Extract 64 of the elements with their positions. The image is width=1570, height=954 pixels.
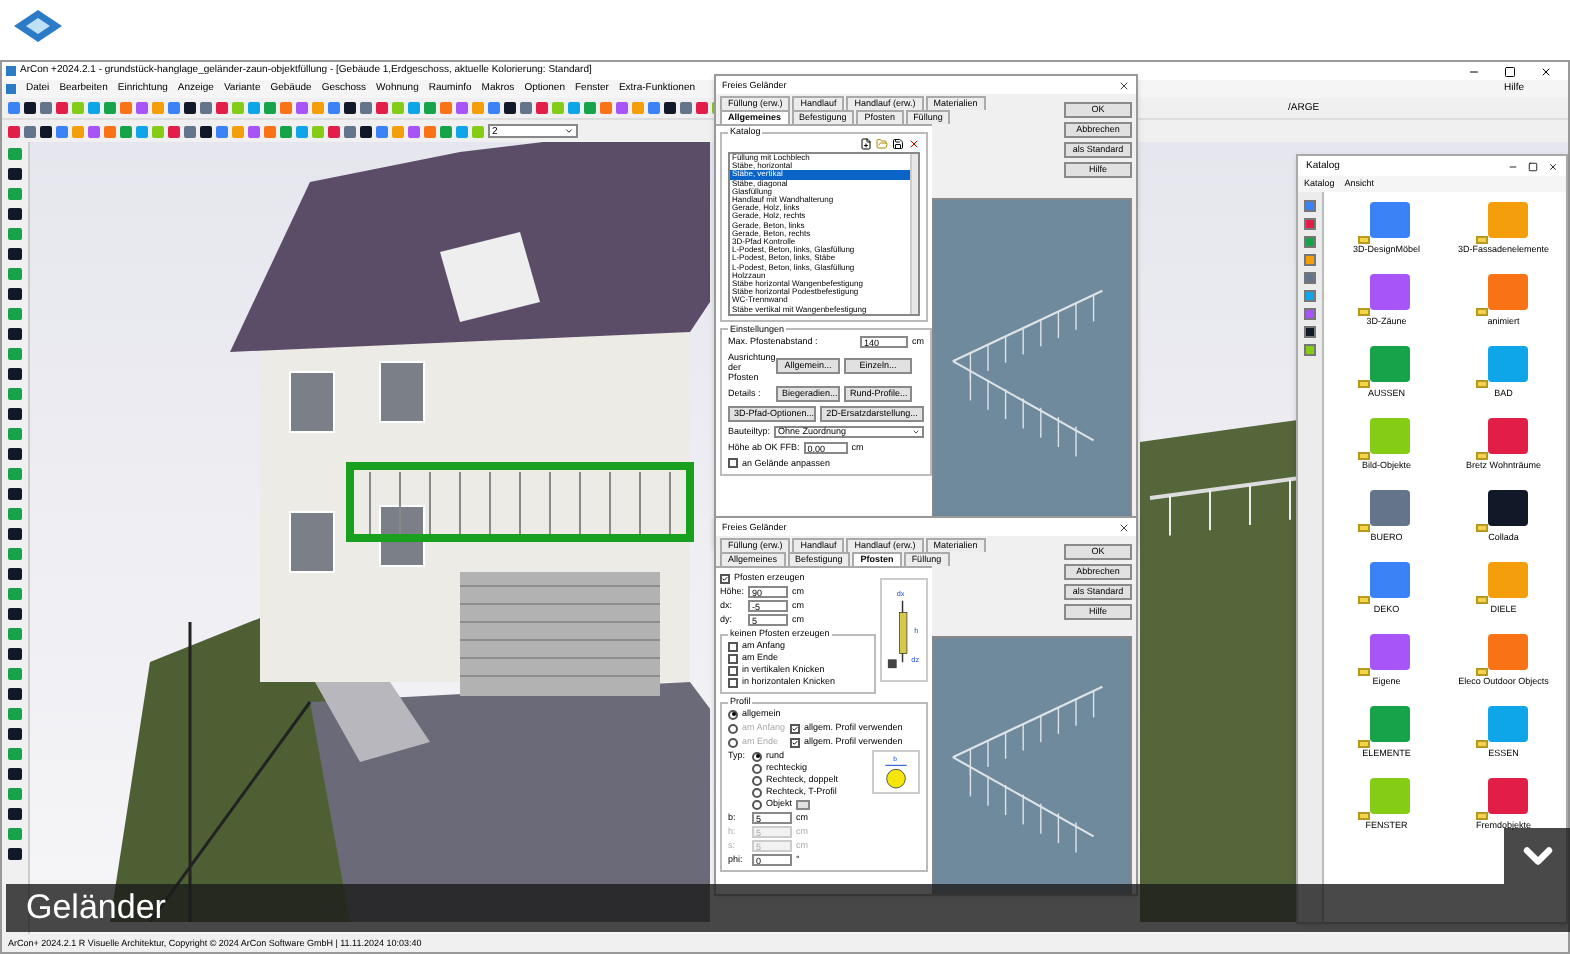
folder-icon	[1475, 308, 1488, 316]
folder-icon	[1358, 812, 1371, 820]
checkbox[interactable]	[728, 665, 738, 675]
checkbox[interactable]	[728, 677, 738, 687]
radio-button[interactable]	[752, 787, 762, 797]
folder-icon[interactable]	[876, 138, 888, 150]
thumbnail-image[interactable]	[1487, 202, 1528, 238]
expand-button[interactable]	[1504, 828, 1570, 884]
thumbnail-image[interactable]	[1370, 634, 1411, 670]
close-icon[interactable]	[1118, 521, 1130, 533]
folder-icon	[1358, 236, 1371, 244]
delete-icon[interactable]	[908, 138, 920, 150]
folder-icon	[1358, 740, 1371, 748]
checkbox[interactable]	[728, 458, 738, 469]
folder-icon	[1358, 596, 1371, 604]
thumbnail-image[interactable]	[1370, 778, 1411, 814]
save-icon[interactable]	[892, 138, 904, 150]
radio-button[interactable]	[752, 751, 762, 761]
close-icon[interactable]	[1540, 65, 1552, 77]
folder-icon	[1358, 668, 1371, 676]
thumbnail-image[interactable]	[1487, 778, 1528, 814]
thumbnail-image[interactable]	[1487, 562, 1528, 598]
new-icon[interactable]	[860, 138, 872, 150]
folder-icon	[1475, 452, 1488, 460]
folder-icon	[1358, 452, 1371, 460]
checkbox[interactable]	[728, 653, 738, 663]
thumbnail-image[interactable]	[1370, 706, 1411, 742]
caret-icon	[564, 126, 574, 136]
folder-icon	[1475, 668, 1488, 676]
radio-button[interactable]	[752, 775, 762, 785]
radio-button[interactable]	[728, 709, 738, 719]
thumbnail-image[interactable]	[1370, 274, 1411, 310]
thumbnail-image[interactable]	[1370, 418, 1411, 454]
minimize-icon[interactable]	[1508, 161, 1518, 171]
thumbnail-image[interactable]	[1487, 346, 1528, 382]
thumbnail-image[interactable]	[1370, 562, 1411, 598]
folder-icon	[1358, 380, 1371, 388]
thumbnail-image[interactable]	[1487, 706, 1528, 742]
thumbnail-image[interactable]	[1370, 346, 1411, 382]
folder-icon	[1475, 812, 1488, 820]
folder-icon	[1475, 236, 1488, 244]
thumbnail-image[interactable]	[1487, 274, 1528, 310]
maximize-icon[interactable]	[1504, 65, 1516, 77]
folder-icon	[1475, 380, 1488, 388]
checkbox[interactable]	[720, 573, 730, 583]
folder-icon	[1475, 524, 1488, 532]
thumbnail-image[interactable]	[1487, 418, 1528, 454]
radio-button[interactable]	[752, 799, 762, 809]
thumbnail-image[interactable]	[1370, 202, 1411, 238]
maximize-icon[interactable]	[1528, 161, 1538, 171]
folder-icon	[1475, 596, 1488, 604]
browse-button[interactable]	[796, 799, 811, 809]
folder-icon	[1475, 740, 1488, 748]
radio-button[interactable]	[752, 763, 762, 773]
scrollbar[interactable]	[910, 154, 918, 314]
close-icon[interactable]	[1118, 79, 1130, 91]
minimize-icon[interactable]	[1468, 65, 1480, 77]
folder-icon	[1358, 524, 1371, 532]
thumbnail-image[interactable]	[1487, 634, 1528, 670]
caption-text: Geländer	[26, 888, 166, 928]
thumbnail-image[interactable]	[1370, 490, 1411, 526]
checkbox[interactable]	[728, 641, 738, 651]
folder-icon	[1358, 308, 1371, 316]
thumbnail-image[interactable]	[1487, 490, 1528, 526]
